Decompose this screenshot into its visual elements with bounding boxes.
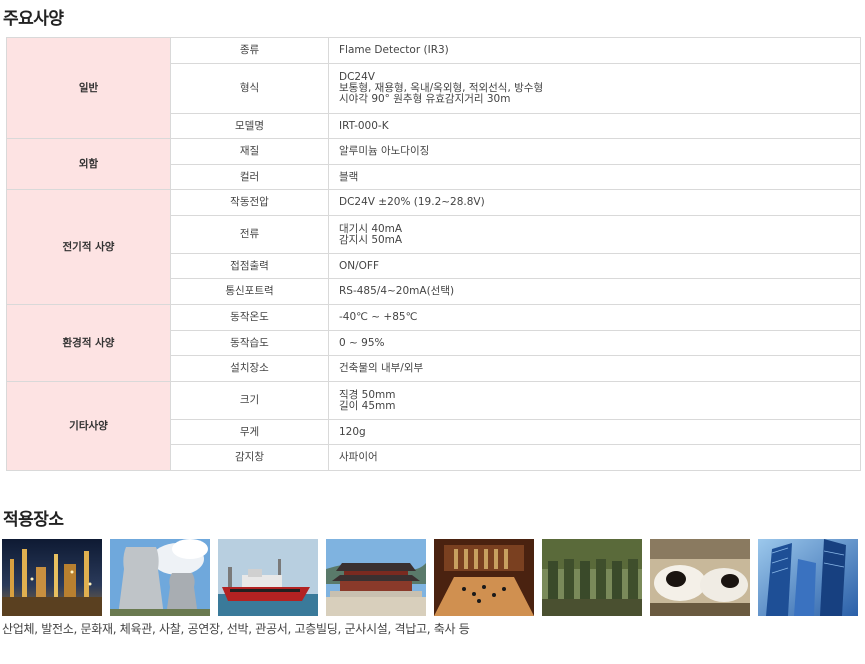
spec-item-value: DC24V ±20% (19.2~28.8V) [328, 189, 861, 216]
spec-item-label: 모델명 [170, 113, 329, 139]
spec-row: 일반 종류 Flame Detector (IR3) [6, 37, 861, 139]
spec-table: 일반 종류 Flame Detector (IR3) 형식 DC24V 보통형, 재용형,… [6, 37, 861, 471]
spec-item-label: 크기 [170, 381, 329, 420]
application-caption: 산업체, 발전소, 문화재, 체육관, 사찰, 공연장, 선박, 관공서, 고층… [2, 622, 470, 636]
concert-hall-photo [434, 539, 534, 616]
spec-item-label: 무게 [170, 419, 329, 445]
spec-item-label: 작동전압 [170, 189, 329, 216]
spec-item-label: 재질 [170, 138, 329, 165]
skyscrapers-photo [758, 539, 858, 616]
spec-category: 전기적 사양 [6, 189, 171, 305]
spec-category: 일반 [6, 37, 171, 139]
spec-value-line: 길이 45mm [339, 399, 396, 412]
spec-value-line: IRT-000-K [339, 119, 389, 132]
spec-value-line: 건축물의 내부/외부 [339, 362, 424, 374]
spec-item-label: 설치장소 [170, 355, 329, 382]
spec-item-value: DC24V 보통형, 재용형, 옥내/옥외형, 적외선식, 방수형 시야각 90° … [328, 63, 861, 114]
spec-row: 전기적 사양 작동전압 DC24V ±20% (19.2~28.8V) [6, 189, 861, 305]
spec-item-value: 0 ~ 95% [328, 330, 861, 356]
spec-value-line: 감지시 50mA [339, 233, 403, 246]
spec-row: 환경적 사양 동작온도 -40℃ ~ +85℃ [6, 304, 861, 382]
industrial-plant-photo [2, 539, 102, 616]
spec-item-value: 직경 50mm 길이 45mm [328, 381, 861, 420]
spec-item-value: 사파이어 [328, 444, 861, 471]
spec-value-line: 사파이어 [339, 451, 378, 463]
power-plant-photo [110, 539, 210, 616]
spec-item-value: 120g [328, 419, 861, 445]
spec-value-line: 0 ~ 95% [339, 336, 385, 349]
spec-value-line: 120g [339, 425, 366, 438]
spec-value-line: 시야각 90° 원추형 유효감지거리 30m [339, 93, 511, 105]
spec-item-label: 감지창 [170, 444, 329, 471]
palace-photo [326, 539, 426, 616]
spec-row: 외함 재질 알루미늄 아노다이징 [6, 138, 861, 190]
spec-item-value: 대기시 40mA 감지시 50mA [328, 215, 861, 254]
ship-photo [218, 539, 318, 616]
application-section-title: 적용장소 [3, 510, 64, 530]
spec-item-value: RS-485/4~20mA(선택) [328, 278, 861, 305]
spec-value-line: RS-485/4~20mA(선택) [339, 285, 455, 297]
application-photo-strip [2, 539, 862, 617]
spec-row: 기타사양 크기 직경 50mm 길이 45mm [6, 381, 861, 471]
spec-value-line: 블랙 [339, 170, 359, 183]
spec-category: 외함 [6, 138, 171, 190]
spec-item-value: -40℃ ~ +85℃ [328, 304, 861, 331]
spec-item-label: 전류 [170, 215, 329, 254]
spec-item-label: 형식 [170, 63, 329, 114]
spec-item-value: 블랙 [328, 164, 861, 190]
spec-item-value: Flame Detector (IR3) [328, 37, 861, 64]
spec-section-title: 주요사양 [3, 9, 64, 29]
spec-item-value: ON/OFF [328, 253, 861, 279]
cows-photo [650, 539, 750, 616]
spec-item-label: 종류 [170, 37, 329, 64]
soldiers-photo [542, 539, 642, 616]
spec-item-value: 건축물의 내부/외부 [328, 355, 861, 382]
spec-item-value: 알루미늄 아노다이징 [328, 138, 861, 165]
spec-value-line: Flame Detector (IR3) [339, 44, 449, 56]
spec-item-label: 통신포트력 [170, 278, 329, 305]
spec-item-label: 접점출력 [170, 253, 329, 279]
spec-item-label: 컬러 [170, 164, 329, 190]
spec-value-line: 직경 50mm [339, 388, 396, 401]
spec-value-line: -40℃ ~ +85℃ [339, 311, 418, 323]
spec-item-label: 동작습도 [170, 330, 329, 356]
spec-item-value: IRT-000-K [328, 113, 861, 139]
spec-category: 환경적 사양 [6, 304, 171, 382]
spec-category: 기타사양 [6, 381, 171, 471]
spec-item-label: 동작온도 [170, 304, 329, 331]
spec-value-line: DC24V ±20% (19.2~28.8V) [339, 196, 485, 208]
spec-value-line: 대기시 40mA [339, 222, 403, 235]
spec-value-line: 알루미늄 아노다이징 [339, 145, 430, 157]
spec-value-line: ON/OFF [339, 259, 380, 272]
